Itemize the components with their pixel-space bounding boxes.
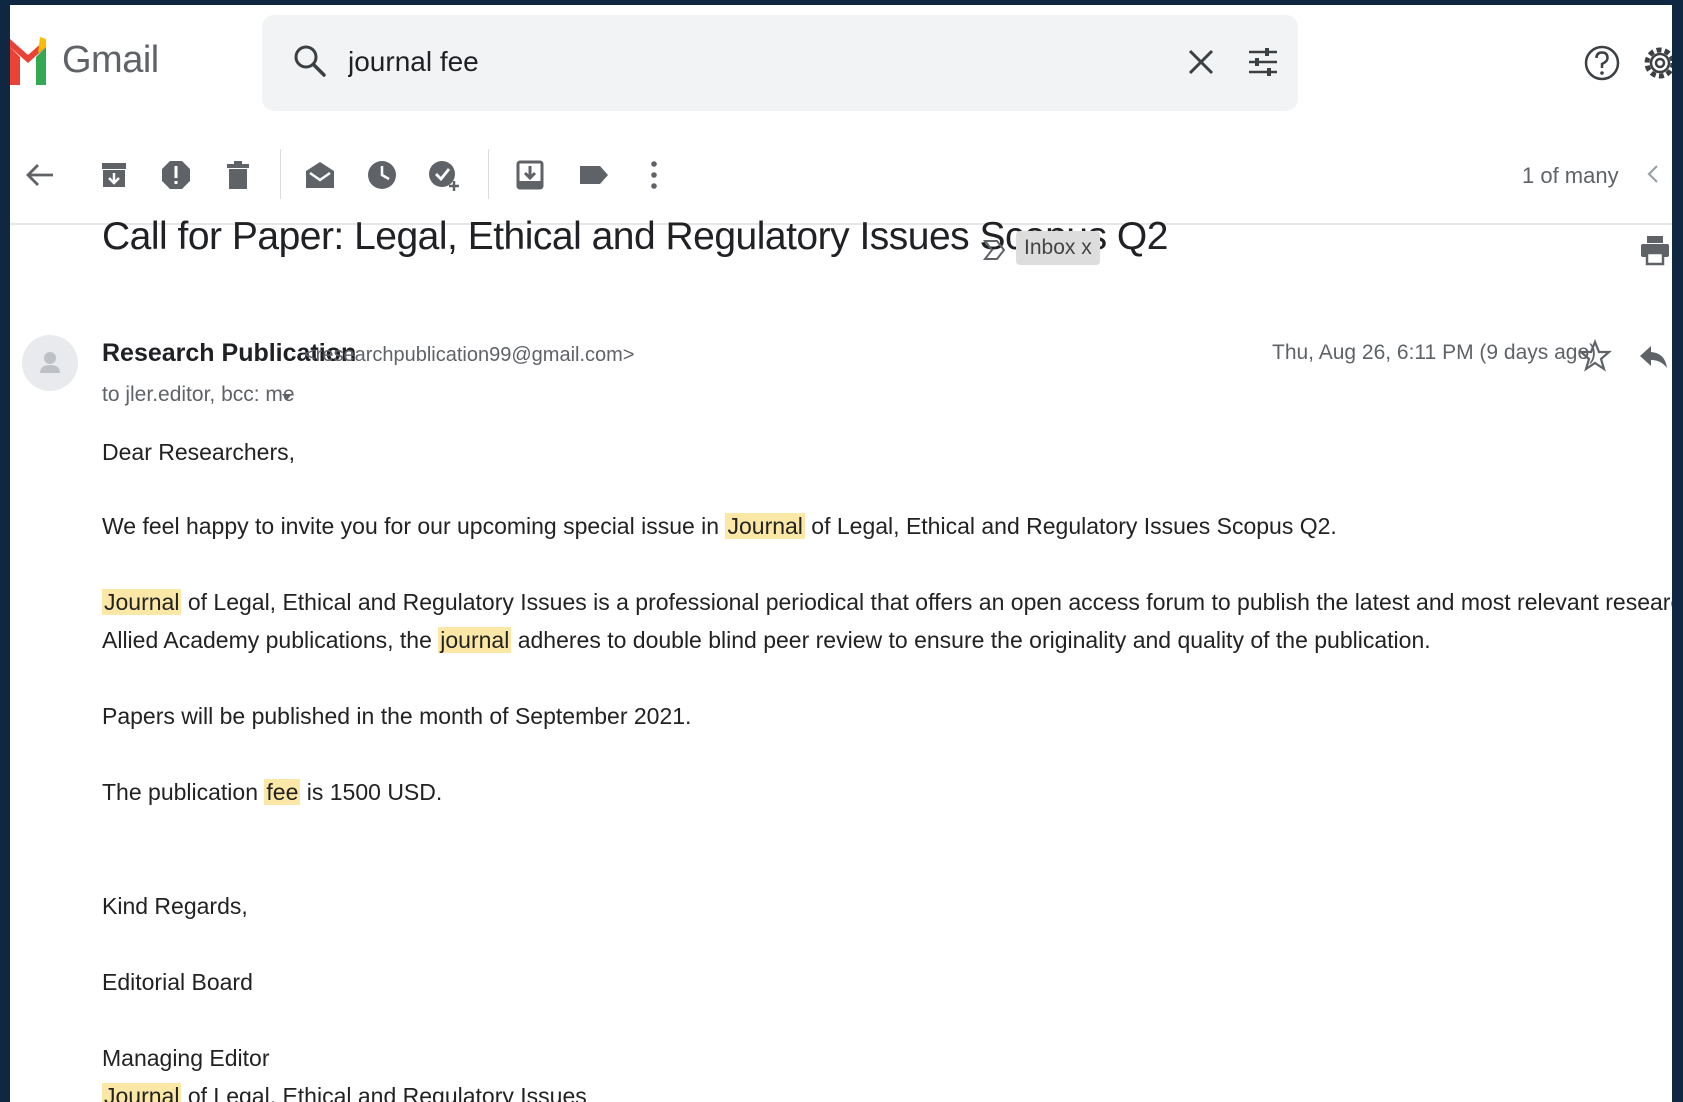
more-options-icon [651,161,657,189]
paragraph-about-line-1: Journal of Legal, Ethical and Regulatory… [102,589,1672,616]
sender-email: <researchpublication99@gmail.com> [304,344,635,366]
text-segment: Allied Academy publications, the [102,627,439,653]
search-icon[interactable] [292,43,328,79]
mark-unread-button[interactable] [302,157,338,193]
toolbar-divider [280,149,281,199]
move-to-icon [516,160,544,190]
report-spam-button[interactable] [158,157,194,193]
print-icon[interactable] [1638,233,1672,267]
search-input[interactable] [348,41,1148,83]
search-highlight: Journal [102,1083,182,1102]
star-icon[interactable] [1578,339,1612,373]
signature-line-1: Editorial Board [102,969,253,995]
app-name[interactable]: Gmail [62,39,159,82]
paragraph-about-line-2: Allied Academy publications, the journal… [102,627,1431,654]
search-highlight: fee [264,779,301,805]
text-segment: adheres to double blind peer review to e… [511,627,1431,653]
text-segment: The publication [102,779,265,805]
toolbar-divider [488,149,489,199]
avatar-icon [40,352,60,373]
report-spam-icon [162,161,190,189]
paragraph-invite: We feel happy to invite you for our upco… [102,513,1337,540]
inbox-label-chip[interactable]: Inbox x [1016,231,1100,265]
message-toolbar: 1 of many [10,123,1672,225]
recipient-details-caret-icon[interactable] [280,392,294,402]
signature-line-2: Managing Editor [102,1045,270,1071]
closing: Kind Regards, [102,893,248,919]
settings-icon[interactable] [1640,43,1672,83]
search-highlight: Journal [102,589,182,615]
text-segment: of Legal, Ethical and Regulatory Issues [181,1083,587,1102]
reply-icon[interactable] [1636,339,1670,373]
search-highlight: Journal [725,513,805,539]
clear-search-icon[interactable] [1182,43,1220,81]
back-arrow-icon [26,164,53,186]
move-to-button[interactable] [512,157,548,193]
gmail-window: Gmail journal fee 1 of many Call for Pap… [10,5,1672,1102]
search-options-icon[interactable] [1244,43,1282,81]
text-segment: We feel happy to invite you for our upco… [102,513,726,539]
help-icon[interactable] [1582,43,1622,83]
add-to-tasks-button[interactable] [426,157,462,193]
paragraph-publish-date: Papers will be published in the month of… [102,703,692,729]
pagination-text: 1 of many [1522,163,1619,188]
text-segment: is 1500 USD. [300,779,443,805]
paragraph-fee: The publication fee is 1500 USD. [102,779,442,806]
delete-icon [227,161,249,189]
top-bar: Gmail [10,5,1672,123]
label-icon [580,166,608,184]
text-segment: of Legal, Ethical and Regulatory Issues … [187,589,1672,615]
archive-button[interactable] [96,157,132,193]
avatar[interactable] [22,335,78,391]
delete-button[interactable] [220,157,256,193]
snooze-button[interactable] [364,157,400,193]
email-subject: Call for Paper: Legal, Ethical and Regul… [102,215,1168,258]
search-highlight: journal [438,627,512,653]
gmail-logo-icon[interactable] [10,35,46,85]
more-options-button[interactable] [636,157,672,193]
signature-line-3: Journal of Legal, Ethical and Regulatory… [102,1083,587,1102]
newer-chevron-icon[interactable] [1638,159,1668,189]
back-button[interactable] [22,157,58,193]
recipients-line: to jler.editor, bcc: me [102,383,295,406]
label-button[interactable] [576,157,612,193]
importance-marker-icon[interactable] [982,237,1008,263]
email-date: Thu, Aug 26, 6:11 PM (9 days ago) [1272,341,1597,364]
search-bar[interactable] [262,15,1298,111]
mark-unread-icon [306,162,334,188]
snooze-icon [368,161,396,189]
add-to-tasks-icon [429,161,459,191]
greeting: Dear Researchers, [102,439,296,465]
archive-icon [102,163,126,187]
text-segment: of Legal, Ethical and Regulatory Issues … [804,513,1337,539]
